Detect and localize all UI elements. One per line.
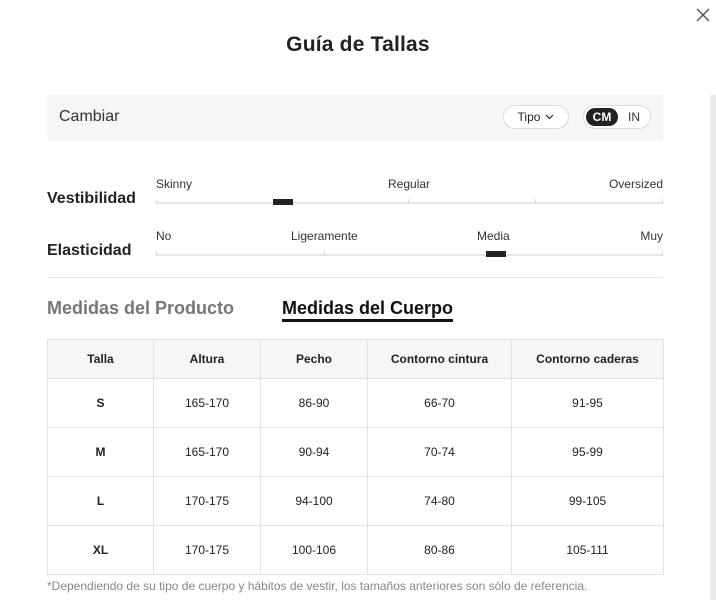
fit-label: Vestibilidad: [47, 190, 136, 207]
tab-body-measurements[interactable]: Medidas del Cuerpo: [282, 298, 453, 319]
hips-cell: 99-105: [511, 476, 664, 526]
chest-cell: 94-100: [260, 476, 368, 526]
type-dropdown[interactable]: Tipo: [503, 105, 569, 129]
elasticity-scale-label: Ligeramente: [291, 229, 358, 243]
divider: [47, 277, 663, 278]
chest-cell: 100-106: [260, 525, 368, 575]
hips-cell: 91-95: [511, 378, 664, 428]
height-cell: 170-175: [153, 525, 261, 575]
table-row: L 170-175 94-100 74-80 99-105: [47, 476, 664, 526]
elasticity-marker: [486, 251, 506, 257]
hips-cell: 95-99: [511, 427, 664, 477]
unit-toggle: CM IN: [583, 105, 651, 129]
elasticity-scale-label: No: [156, 229, 172, 243]
fit-scale-label: Skinny: [156, 177, 193, 191]
table-row: M 165-170 90-94 70-74 95-99: [47, 427, 664, 477]
elasticity-scale-label: Media: [477, 229, 510, 243]
table-row: XL 170-175 100-106 80-86 105-111: [47, 525, 664, 575]
unit-in-button[interactable]: IN: [622, 108, 646, 126]
elasticity-track: [156, 251, 663, 257]
footnote: *Dependiendo de su tipo de cuerpo y hábi…: [47, 579, 588, 593]
unit-cm-button[interactable]: CM: [586, 108, 618, 126]
elasticity-scale-label: Muy: [640, 229, 663, 243]
waist-cell: 74-80: [367, 476, 512, 526]
column-header: Contorno caderas: [511, 339, 664, 379]
chevron-down-icon: [546, 114, 554, 120]
fit-scale: Vestibilidad Skinny Regular Oversized: [47, 177, 663, 217]
column-header: Pecho: [260, 339, 368, 379]
chest-cell: 86-90: [260, 378, 368, 428]
table-row: S 165-170 86-90 66-70 91-95: [47, 378, 664, 428]
chest-cell: 90-94: [260, 427, 368, 477]
unit-bar-label: Cambiar: [59, 108, 120, 125]
size-cell: M: [47, 427, 154, 477]
active-tab-indicator: [282, 319, 453, 322]
fit-track: [156, 199, 663, 205]
fit-scale-label: Oversized: [608, 177, 663, 191]
type-dropdown-label: Tipo: [517, 110, 541, 124]
hips-cell: 105-111: [511, 525, 664, 575]
close-button[interactable]: [694, 6, 712, 24]
column-header: Talla: [47, 339, 154, 379]
waist-cell: 70-74: [367, 427, 512, 477]
size-cell: XL: [47, 525, 154, 575]
height-cell: 170-175: [153, 476, 261, 526]
tab-product-measurements[interactable]: Medidas del Producto: [47, 298, 234, 319]
table-header-row: Talla Altura Pecho Contorno cintura Cont…: [47, 339, 664, 379]
fit-scale-label: Regular: [388, 177, 431, 191]
waist-cell: 80-86: [367, 525, 512, 575]
close-icon: [696, 8, 710, 22]
height-cell: 165-170: [153, 378, 261, 428]
fit-marker: [273, 199, 293, 205]
modal-title: Guía de Tallas: [286, 33, 430, 56]
size-cell: S: [47, 378, 154, 428]
column-header: Altura: [153, 339, 261, 379]
size-table: Talla Altura Pecho Contorno cintura Cont…: [47, 339, 664, 575]
waist-cell: 66-70: [367, 378, 512, 428]
column-header: Contorno cintura: [367, 339, 512, 379]
elasticity-label: Elasticidad: [47, 242, 132, 259]
scrollbar[interactable]: [710, 95, 716, 600]
size-cell: L: [47, 476, 154, 526]
height-cell: 165-170: [153, 427, 261, 477]
elasticity-scale: Elasticidad No Ligeramente Media Muy: [47, 229, 663, 269]
unit-bar: Cambiar Tipo CM IN: [47, 95, 663, 141]
